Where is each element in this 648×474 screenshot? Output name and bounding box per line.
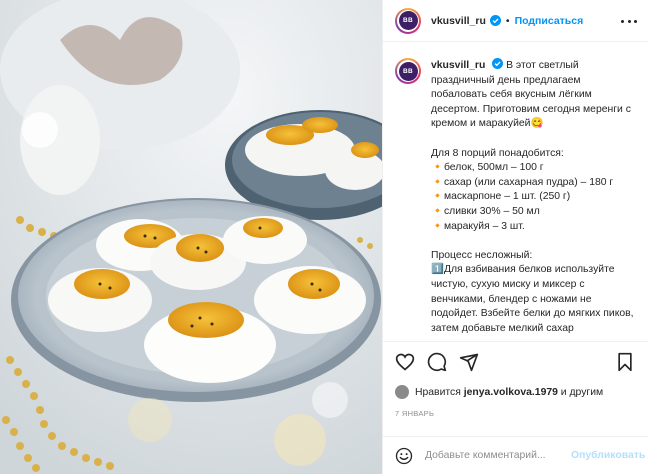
verified-badge-icon [492, 58, 504, 69]
post-caption: BB vkusvill_ru В этот светлый праздничны… [395, 58, 639, 340]
caption-username[interactable]: vkusvill_ru [431, 60, 485, 71]
bookmark-icon[interactable] [615, 352, 635, 372]
likes-suffix[interactable]: и другим [561, 387, 603, 398]
post-sidebar: BB vkusvill_ru • Подписаться BB vkusvill… [382, 0, 648, 474]
author-username[interactable]: vkusvill_ru [431, 15, 486, 27]
author-avatar[interactable]: BB [395, 7, 421, 34]
likes-row: Нравится jenya.volkova.1979 и другим [395, 385, 603, 399]
comment-icon[interactable] [427, 352, 447, 372]
post-image[interactable] [0, 0, 382, 474]
caption-author-avatar[interactable]: BB [395, 58, 421, 84]
verified-badge-icon [489, 15, 501, 26]
liker-username[interactable]: jenya.volkova.1979 [464, 387, 558, 398]
emoji-icon[interactable] [395, 447, 413, 465]
caption-body: vkusvill_ru В этот светлый праздничный д… [431, 58, 639, 336]
avatar-logo: BB [398, 61, 418, 81]
likes-prefix: Нравится [415, 386, 461, 398]
comment-box: Опубликовать [383, 436, 648, 474]
separator-dot: • [505, 14, 510, 27]
share-icon[interactable] [459, 352, 479, 372]
post-header: BB vkusvill_ru • Подписаться [383, 0, 648, 42]
heart-icon[interactable] [395, 352, 415, 372]
post-date[interactable]: 7 ЯНВАРЬ [395, 409, 434, 418]
post-actions [383, 341, 648, 381]
avatar-logo: BB [398, 11, 418, 30]
caption-text: В этот светлый праздничный день предлага… [431, 60, 634, 334]
follow-button[interactable]: Подписаться [515, 15, 584, 27]
publish-button[interactable]: Опубликовать [571, 450, 645, 461]
meringue-dessert-photo [0, 0, 382, 474]
instagram-post: BB vkusvill_ru • Подписаться BB vkusvill… [0, 0, 648, 474]
comment-input[interactable] [425, 450, 565, 461]
more-options-icon[interactable] [621, 14, 637, 28]
liker-avatar[interactable] [395, 385, 409, 399]
